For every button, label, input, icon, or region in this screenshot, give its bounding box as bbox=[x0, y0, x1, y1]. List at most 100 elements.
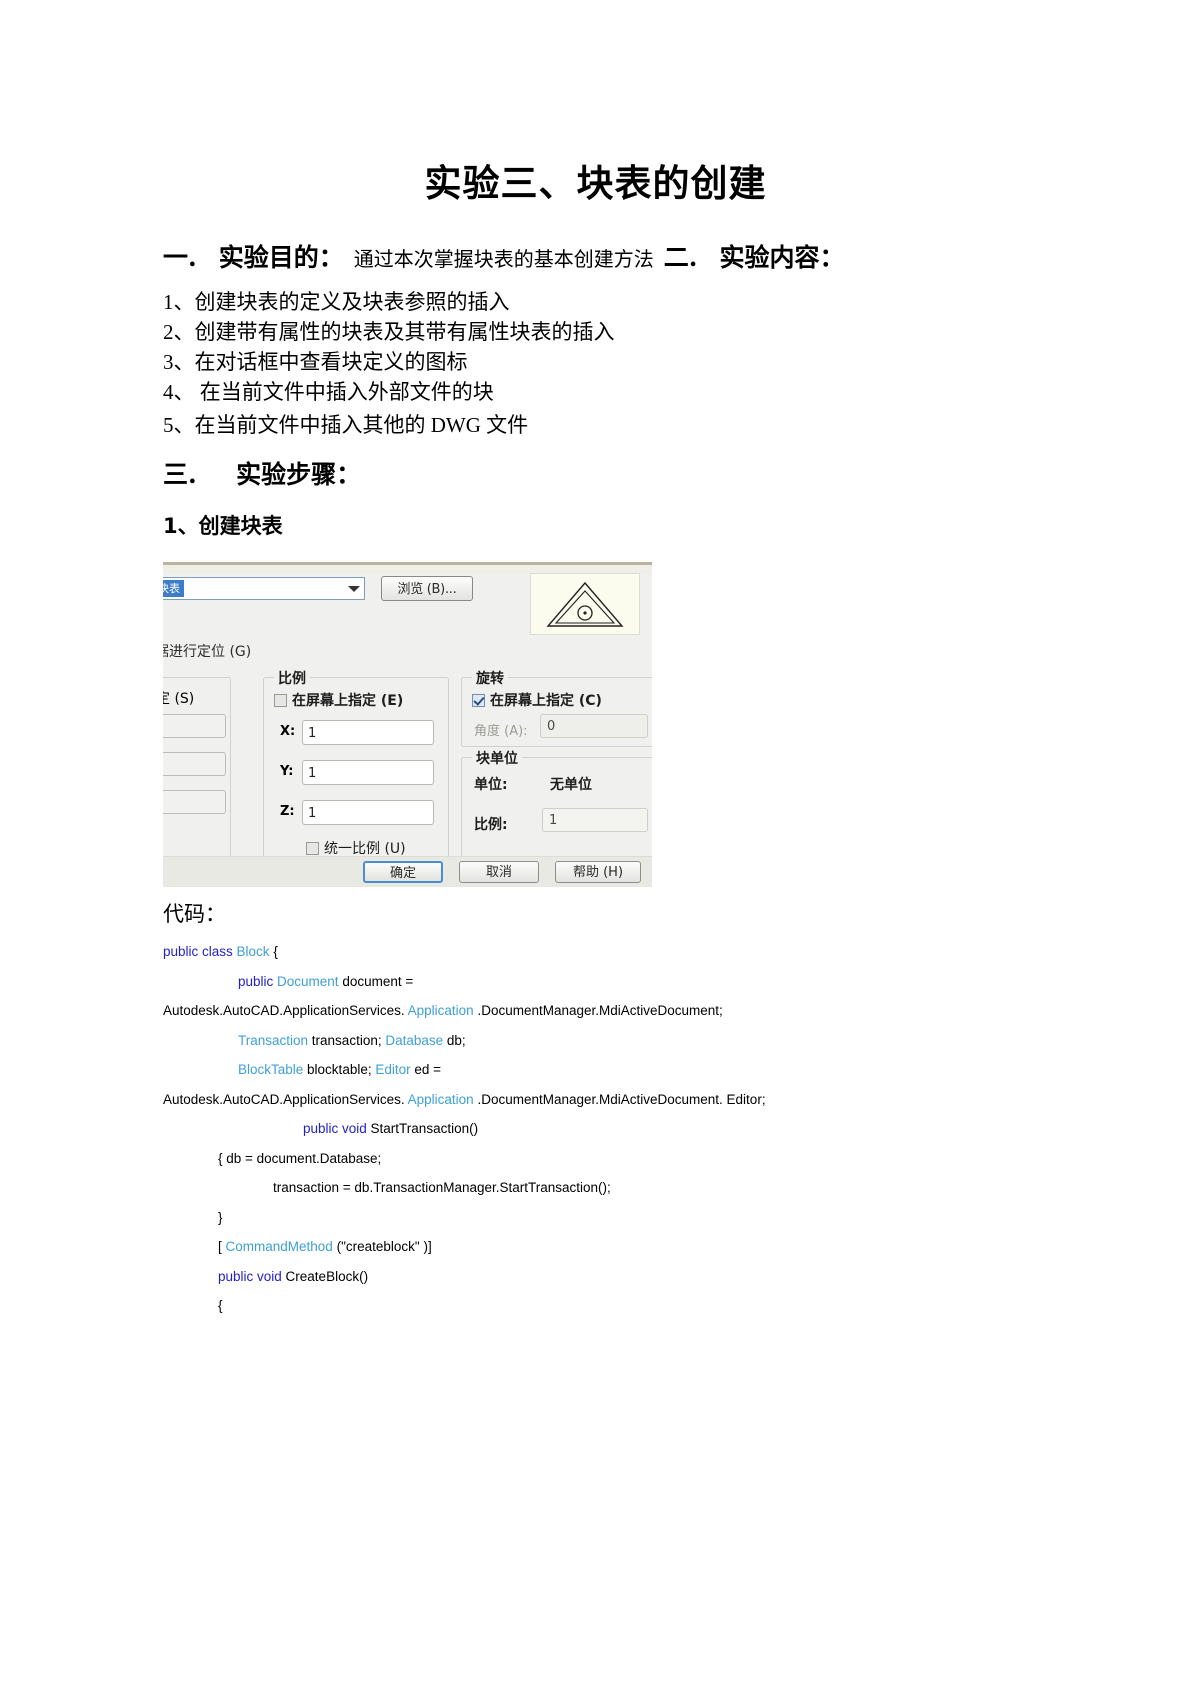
dialog-button-bar: 确定 取消 帮助 (H) bbox=[163, 856, 652, 887]
section-one-description: 通过本次掌握块表的基本创建方法 bbox=[353, 249, 654, 271]
code-line: BlockTable blocktable; Editor ed = bbox=[163, 1055, 1063, 1085]
code-token: document = bbox=[342, 973, 414, 989]
code-line: Autodesk.AutoCAD.ApplicationServices. Ap… bbox=[163, 1085, 1063, 1115]
code-token: public void bbox=[218, 1268, 286, 1284]
scale-z-input[interactable]: 1 bbox=[302, 800, 434, 825]
scale-group-title: 比例 bbox=[274, 668, 310, 688]
code-token: StartTransaction() bbox=[370, 1121, 479, 1136]
rotation-angle-input[interactable]: 0 bbox=[540, 714, 648, 738]
insertion-x-field[interactable] bbox=[163, 714, 226, 738]
code-token: transaction; bbox=[311, 1032, 386, 1048]
checkbox-icon[interactable] bbox=[306, 842, 319, 855]
code-token: db; bbox=[446, 1032, 466, 1048]
chevron-down-icon[interactable] bbox=[348, 586, 360, 592]
document-page: 实验三、块表的创建 一. 实验目的： 通过本次掌握块表的基本创建方法 二. 实验… bbox=[0, 0, 1191, 1684]
rotation-group-title: 旋转 bbox=[472, 668, 508, 688]
scale-x-input[interactable]: 1 bbox=[302, 720, 434, 745]
section-two-title: 实验内容： bbox=[719, 243, 845, 272]
code-token: Application bbox=[407, 1091, 474, 1107]
page-title: 实验三、块表的创建 bbox=[424, 161, 767, 205]
triangle-circle-icon bbox=[546, 581, 624, 627]
section-three-heading: 三. 实验步骤： bbox=[163, 455, 361, 491]
code-line: { bbox=[163, 1291, 1063, 1321]
section-one-title: 实验目的： bbox=[218, 243, 344, 272]
browse-button[interactable]: 浏览 (B)... bbox=[381, 576, 473, 601]
uniform-scale-label: 统一比例 (U) bbox=[324, 841, 406, 857]
code-token: blocktable; bbox=[307, 1062, 376, 1077]
rotation-group: 旋转 在屏幕上指定 (C) 角度 (A): 0 bbox=[461, 668, 652, 747]
rotation-specify-onscreen-checkbox[interactable]: 在屏幕上指定 (C) bbox=[472, 690, 602, 710]
code-token: .DocumentManager.MdiActiveDocument; bbox=[473, 1003, 723, 1018]
unit-scale-label: 比例: bbox=[474, 817, 508, 833]
block-name-combobox[interactable]: 块表 bbox=[163, 577, 365, 600]
help-button[interactable]: 帮助 (H) bbox=[555, 861, 641, 883]
list-item: 5、在当前文件中插入其他的 DWG 文件 bbox=[163, 413, 529, 437]
scale-specify-onscreen-label: 在屏幕上指定 (E) bbox=[292, 693, 404, 709]
code-token: { bbox=[273, 944, 278, 959]
code-token: ed = bbox=[414, 1062, 442, 1077]
code-line: Autodesk.AutoCAD.ApplicationServices. Ap… bbox=[163, 996, 1063, 1026]
code-line: transaction = db.TransactionManager.Star… bbox=[163, 1173, 1063, 1203]
insertion-z-field[interactable] bbox=[163, 790, 226, 814]
autocad-insert-dialog-screenshot: 块表 浏览 (B)... 据进行定位 (G) 定 (S) 比例 在屏幕上指定 (… bbox=[163, 562, 652, 887]
code-line: Transaction transaction; Database db; bbox=[163, 1026, 1063, 1056]
code-token: Application bbox=[407, 1003, 474, 1018]
scale-y-input[interactable]: 1 bbox=[302, 760, 434, 785]
unit-value: 无单位 bbox=[550, 777, 592, 793]
code-line: { db = document.Database; bbox=[163, 1144, 1063, 1174]
section-one-number: 一. bbox=[163, 243, 197, 272]
code-token: Document bbox=[277, 973, 343, 989]
code-token: public void bbox=[303, 1121, 371, 1136]
list-item: 4、 在当前文件中插入外部文件的块 bbox=[163, 380, 494, 404]
rotation-specify-onscreen-label: 在屏幕上指定 (C) bbox=[490, 693, 602, 709]
rotation-angle-label: 角度 (A): bbox=[474, 724, 528, 739]
locate-on-screen-label: 据进行定位 (G) bbox=[163, 644, 252, 660]
insertion-point-group: 定 (S) bbox=[163, 677, 231, 869]
code-token: Autodesk.AutoCAD.ApplicationServices. bbox=[163, 1003, 408, 1018]
code-token: Transaction bbox=[238, 1032, 312, 1048]
scale-group: 比例 在屏幕上指定 (E) X: 1 Y: 1 Z: 1 统一比例 (U) bbox=[263, 668, 449, 869]
code-token: Database bbox=[385, 1032, 447, 1048]
unit-label: 单位: bbox=[474, 777, 508, 793]
code-line: public Document document = bbox=[163, 967, 1063, 997]
code-token: { bbox=[218, 1298, 223, 1313]
code-token: Editor bbox=[375, 1062, 415, 1077]
block-preview-image bbox=[530, 573, 640, 635]
code-token: { db = document.Database; bbox=[218, 1150, 382, 1166]
code-heading: 代码： bbox=[163, 902, 226, 926]
combobox-selected-text: 块表 bbox=[163, 580, 184, 597]
insertion-y-field[interactable] bbox=[163, 752, 226, 776]
code-token: CommandMethod bbox=[225, 1239, 337, 1254]
section-two-number: 二. bbox=[663, 243, 698, 272]
block-unit-group-title: 块单位 bbox=[472, 748, 522, 768]
checkbox-icon[interactable] bbox=[472, 694, 485, 707]
code-token: [ bbox=[218, 1239, 226, 1254]
cancel-button[interactable]: 取消 bbox=[459, 861, 539, 883]
scale-z-label: Z: bbox=[280, 804, 295, 819]
unit-scale-value: 1 bbox=[542, 808, 648, 832]
uniform-scale-checkbox[interactable]: 统一比例 (U) bbox=[306, 838, 406, 858]
code-line: } bbox=[163, 1203, 1063, 1233]
section-heading-line: 一. 实验目的： 通过本次掌握块表的基本创建方法 二. 实验内容： bbox=[163, 238, 1043, 274]
scale-specify-onscreen-checkbox[interactable]: 在屏幕上指定 (E) bbox=[274, 690, 403, 710]
code-token: } bbox=[218, 1209, 223, 1225]
list-item: 3、在对话框中查看块定义的图标 bbox=[163, 350, 468, 374]
code-line: public void CreateBlock() bbox=[163, 1262, 1063, 1292]
section-three-number: 三. bbox=[163, 460, 197, 489]
scale-y-label: Y: bbox=[280, 764, 294, 779]
checkbox-icon[interactable] bbox=[274, 694, 287, 707]
insertion-point-label: 定 (S) bbox=[163, 691, 195, 707]
code-token: BlockTable bbox=[238, 1062, 308, 1077]
list-item: 1、创建块表的定义及块表参照的插入 bbox=[163, 290, 510, 314]
block-unit-group: 块单位 单位: 无单位 比例: 1 bbox=[461, 748, 652, 869]
step-one-heading: 1、创建块表 bbox=[163, 514, 283, 538]
code-block: public class Block {public Document docu… bbox=[163, 937, 1063, 1321]
section-three-title: 实验步骤： bbox=[236, 460, 362, 489]
content-list: 1、创建块表的定义及块表参照的插入 2、创建带有属性的块表及其带有属性块表的插入… bbox=[163, 287, 1063, 443]
scale-x-label: X: bbox=[280, 724, 296, 739]
ok-button[interactable]: 确定 bbox=[363, 861, 443, 883]
code-line: [ CommandMethod ("createblock" )] bbox=[163, 1232, 1063, 1262]
list-item: 2、创建带有属性的块表及其带有属性块表的插入 bbox=[163, 320, 615, 344]
code-token: .DocumentManager.MdiActiveDocument. Edit… bbox=[473, 1091, 766, 1107]
code-line: public void StartTransaction() bbox=[163, 1114, 1063, 1144]
